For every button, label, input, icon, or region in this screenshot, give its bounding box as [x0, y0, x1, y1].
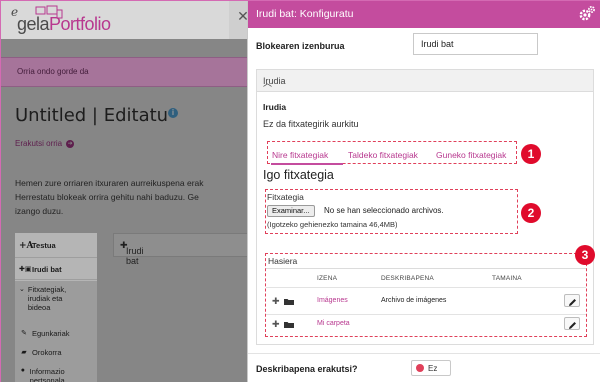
view-page-link[interactable]: Erakutsi orria ➜ [15, 139, 75, 148]
block-title-row: Blokearen izenburua [248, 29, 600, 67]
show-description-label: Deskribapena erakutsi? [256, 364, 358, 374]
sidebar-item-label: Fitxategiak, irudiak eta bideoa [27, 285, 67, 312]
text-icon: +A [19, 241, 34, 251]
image-icon: ✚▣ [19, 266, 32, 273]
row-description: Archivo de imágenes [381, 297, 447, 304]
saved-banner: Orria ondo gorde da [1, 57, 261, 87]
site-logo[interactable]: e gela Portfolio [11, 5, 111, 35]
info-icon[interactable]: i [168, 108, 178, 118]
column-name: IZENA [317, 275, 338, 282]
sidebar-item-label: Irudi bat [32, 265, 62, 274]
annotation-badge-3: 3 [575, 245, 595, 265]
panel-title: Irudi bat: Konfiguratu [256, 8, 354, 20]
edit-button[interactable] [564, 294, 580, 307]
no-files-message: Ez da fitxategirik aurkitu [263, 119, 359, 129]
browse-button[interactable]: Examinar... [267, 205, 315, 217]
file-tabs: Nire fitxategiak Taldeko fitxategiak Gun… [267, 141, 517, 165]
folder-icon [284, 299, 294, 305]
pencil-icon [569, 322, 576, 329]
logo-e: e [11, 5, 19, 19]
block-title-label: Blokearen izenburua [256, 41, 345, 51]
column-size: TAMAINA [492, 275, 522, 282]
page-description: Hemen zure orriaren itxuraren aurreikusp… [15, 176, 260, 218]
show-description-row: Deskribapena erakutsi? Ez [248, 353, 600, 382]
sidebar-item-text[interactable]: +A Testua [15, 241, 97, 251]
logo-screens-icon [35, 5, 63, 19]
active-tab-indicator [271, 163, 343, 165]
image-block-title: Irudi bat [126, 246, 144, 266]
chevron-up-icon[interactable]: ︿ [263, 76, 585, 89]
description-line: Herrestatu blokeak orrira gehitu nahi ba… [15, 192, 199, 202]
sidebar-divider [15, 257, 97, 258]
sidebar-item-personal-info[interactable]: ● Informazio pertsonala [15, 367, 85, 382]
row-name[interactable]: Mi carpeta [317, 320, 350, 327]
view-page-link-label: Erakutsi orria [15, 139, 63, 148]
expand-icon[interactable]: ✚ [272, 296, 280, 307]
image-section-header[interactable]: Irudia ︿ [257, 70, 593, 92]
show-description-toggle[interactable]: Ez [411, 360, 451, 376]
configure-panel: Irudi bat: Konfiguratu Blokearen izenbur… [247, 1, 600, 382]
sidebar-item-label: Egunkariak [32, 329, 70, 338]
sidebar-item-label: Informazio pertsonala [29, 367, 65, 382]
divider [266, 268, 586, 269]
chevron-down-icon: ⌄ [19, 286, 25, 293]
sidebar-item-files[interactable]: ⌄ Fitxategiak, irudiak eta bideoa [15, 285, 85, 312]
table-row[interactable]: ✚ Imágenes Archivo de imágenes [266, 292, 586, 314]
upload-title: Igo fitxategia [263, 168, 334, 182]
annotation-badge-2: 2 [521, 203, 541, 223]
file-status: No se han seleccionado archivos. [324, 206, 444, 215]
image-section: Irudia ︿ Irudia Ez da fitxategirik aurki… [256, 69, 595, 345]
sidebar-item-journals[interactable]: ✎ Egunkariak [15, 329, 97, 338]
home-folder-label[interactable]: Hasiera [268, 256, 297, 266]
file-field-label: Fitxategia [267, 192, 304, 202]
tab-group-files[interactable]: Taldeko fitxategiak [348, 150, 418, 160]
pencil-icon: ✎ [21, 330, 27, 337]
toggle-value: Ez [428, 363, 438, 373]
panel-header: Irudi bat: Konfiguratu [248, 1, 600, 28]
tab-site-files[interactable]: Guneko fitxategiak [436, 150, 506, 160]
arrow-right-icon: ➜ [66, 139, 75, 148]
sidebar-item-general[interactable]: ▰ Orokorra [15, 348, 97, 357]
saved-message: Orria ondo gorde da [17, 67, 89, 76]
column-description: DESKRIBAPENA [381, 275, 434, 282]
image-block-label: ✚ Irudi bat [120, 240, 144, 266]
user-icon: ● [20, 367, 25, 374]
folder-icon [284, 322, 294, 328]
max-size-note: (Igotzeko gehienezko tamaina 46,4MB) [267, 220, 398, 229]
annotation-badge-1: 1 [521, 144, 541, 164]
briefcase-icon: ▰ [21, 349, 27, 356]
sidebar-item-label: Testua [32, 241, 56, 250]
sidebar-item-image[interactable]: ✚▣ Irudi bat [15, 265, 97, 274]
sidebar-divider [15, 279, 97, 280]
image-field-label: Irudia [263, 102, 287, 112]
image-block[interactable]: ✚ Irudi bat [113, 233, 263, 266]
pencil-icon [569, 299, 576, 306]
file-upload-box: Fitxategia Examinar... No se han selecci… [265, 189, 518, 234]
tab-my-files[interactable]: Nire fitxategiak [272, 150, 328, 160]
expand-icon[interactable]: ✚ [272, 319, 280, 330]
description-line: izango duzu. [15, 206, 64, 216]
gear-icon[interactable] [578, 5, 596, 23]
sidebar-item-label: Orokorra [32, 348, 62, 357]
row-name[interactable]: Imágenes [317, 297, 348, 304]
description-line: Hemen zure orriaren itxuraren aurreikusp… [15, 178, 204, 188]
table-row[interactable]: ✚ Mi carpeta [266, 315, 586, 337]
page-title: Untitled | Editatu [15, 105, 169, 126]
edit-button[interactable] [564, 317, 580, 330]
toggle-off-indicator [416, 364, 424, 372]
block-title-input[interactable] [413, 33, 538, 55]
divider [266, 287, 586, 288]
file-browser: Hasiera IZENA DESKRIBAPENA TAMAINA ✚ Imá… [265, 253, 587, 337]
block-sidebar: +A Testua ✚▣ Irudi bat ⌄ Fitxategiak, ir… [15, 233, 97, 382]
